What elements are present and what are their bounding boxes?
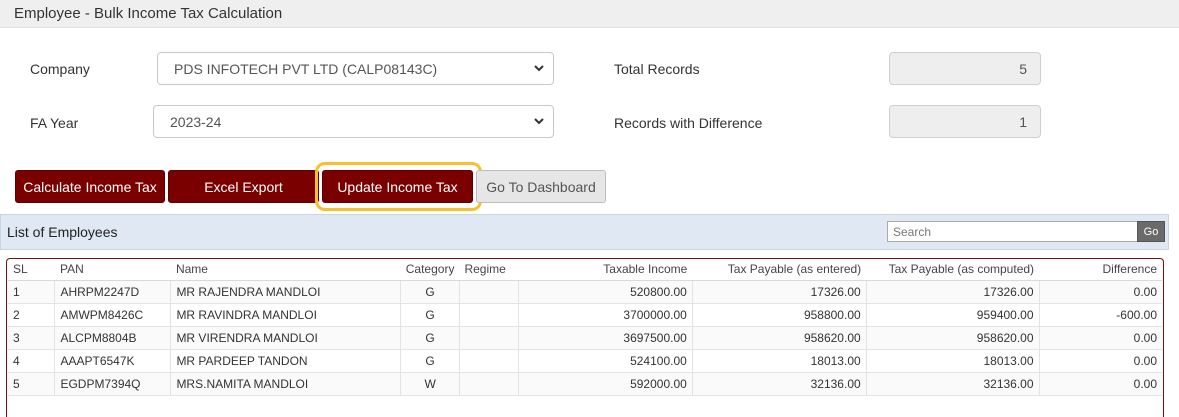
cell-name: MR PARDEEP TANDON (170, 349, 402, 373)
cell-taxable-income: 524100.00 (518, 349, 693, 373)
column-header-category[interactable]: Category (400, 259, 460, 281)
cell-regime (459, 280, 519, 304)
table-row[interactable]: 3 ALCPM8804B MR VIRENDRA MANDLOI G 36975… (8, 326, 1162, 350)
cell-difference: 0.00 (1039, 349, 1162, 373)
cell-tax-payable-computed: 32136.00 (866, 372, 1040, 396)
company-select[interactable]: PDS INFOTECH PVT LTD (CALP08143C) (157, 52, 554, 85)
cell-tax-payable-computed: 18013.00 (866, 349, 1040, 373)
total-records-value: 5 (889, 52, 1041, 85)
employee-table: SL PAN Name Category Regime Taxable Inco… (8, 259, 1162, 396)
total-records-label: Total Records (614, 61, 700, 77)
cell-category: G (400, 349, 460, 373)
cell-taxable-income: 3700000.00 (518, 303, 693, 327)
employee-table-container: SL PAN Name Category Regime Taxable Inco… (6, 258, 1164, 417)
table-header-row: SL PAN Name Category Regime Taxable Inco… (8, 259, 1162, 281)
cell-sl: 3 (8, 326, 56, 350)
employee-list-title: List of Employees (7, 224, 118, 240)
cell-difference: 0.00 (1039, 372, 1162, 396)
cell-tax-payable-entered: 18013.00 (692, 349, 867, 373)
cell-difference: -600.00 (1039, 303, 1162, 327)
company-label: Company (30, 61, 90, 77)
column-header-taxable-income[interactable]: Taxable Income (518, 259, 693, 281)
cell-name: MRS.NAMITA MANDLOI (170, 372, 402, 396)
chevron-down-icon (534, 65, 544, 72)
cell-pan: AMWPM8426C (54, 303, 172, 327)
cell-sl: 1 (8, 280, 56, 304)
cell-pan: AHRPM2247D (54, 280, 172, 304)
column-header-pan[interactable]: PAN (54, 259, 171, 281)
cell-name: MR RAVINDRA MANDLOI (170, 303, 402, 327)
cell-regime (459, 372, 519, 396)
cell-difference: 0.00 (1039, 326, 1162, 350)
cell-tax-payable-entered: 32136.00 (692, 372, 867, 396)
go-to-dashboard-button[interactable]: Go To Dashboard (476, 170, 606, 203)
cell-regime (459, 303, 519, 327)
cell-category: G (400, 303, 460, 327)
column-header-tax-payable-entered[interactable]: Tax Payable (as entered) (692, 259, 867, 281)
column-header-tax-payable-computed[interactable]: Tax Payable (as computed) (866, 259, 1040, 281)
cell-regime (459, 326, 519, 350)
cell-sl: 5 (8, 372, 56, 396)
cell-tax-payable-entered: 17326.00 (692, 280, 867, 304)
fa-year-select-value: 2023-24 (170, 114, 222, 130)
column-header-difference[interactable]: Difference (1039, 259, 1162, 281)
title-bar: Employee - Bulk Income Tax Calculation (0, 0, 1179, 28)
cell-tax-payable-computed: 17326.00 (866, 280, 1040, 304)
chevron-down-icon (534, 118, 544, 125)
cell-name: MR RAJENDRA MANDLOI (170, 280, 402, 304)
cell-taxable-income: 520800.00 (518, 280, 693, 304)
column-header-regime[interactable]: Regime (459, 259, 519, 281)
records-with-difference-label: Records with Difference (614, 115, 763, 131)
company-select-value: PDS INFOTECH PVT LTD (CALP08143C) (174, 61, 438, 77)
cell-tax-payable-entered: 958800.00 (692, 303, 867, 327)
cell-pan: EGDPM7394Q (54, 372, 172, 396)
table-row[interactable]: 5 EGDPM7394Q MRS.NAMITA MANDLOI W 592000… (8, 372, 1162, 396)
cell-tax-payable-computed: 959400.00 (866, 303, 1040, 327)
excel-export-button[interactable]: Excel Export (168, 170, 319, 203)
cell-tax-payable-entered: 958620.00 (692, 326, 867, 350)
cell-difference: 0.00 (1039, 280, 1162, 304)
cell-category: G (400, 280, 460, 304)
fa-year-label: FA Year (30, 115, 79, 131)
cell-regime (459, 349, 519, 373)
calculate-income-tax-button[interactable]: Calculate Income Tax (15, 170, 165, 203)
table-row[interactable]: 4 AAAPT6547K MR PARDEEP TANDON G 524100.… (8, 349, 1162, 373)
cell-category: W (400, 372, 460, 396)
column-header-name[interactable]: Name (170, 259, 401, 281)
search-input[interactable]: Search (887, 221, 1138, 242)
page-title: Employee - Bulk Income Tax Calculation (14, 5, 283, 22)
cell-category: G (400, 326, 460, 350)
table-row[interactable]: 2 AMWPM8426C MR RAVINDRA MANDLOI G 37000… (8, 303, 1162, 327)
column-header-sl[interactable]: SL (8, 259, 55, 281)
table-row[interactable]: 1 AHRPM2247D MR RAJENDRA MANDLOI G 52080… (8, 280, 1162, 304)
cell-taxable-income: 592000.00 (518, 372, 693, 396)
cell-tax-payable-computed: 958620.00 (866, 326, 1040, 350)
update-income-tax-button[interactable]: Update Income Tax (322, 170, 473, 203)
search-go-button[interactable]: Go (1137, 221, 1165, 242)
cell-taxable-income: 3697500.00 (518, 326, 693, 350)
cell-name: MR VIRENDRA MANDLOI (170, 326, 402, 350)
records-with-difference-value: 1 (889, 105, 1041, 138)
fa-year-select[interactable]: 2023-24 (153, 105, 554, 138)
cell-sl: 2 (8, 303, 56, 327)
cell-pan: AAAPT6547K (54, 349, 172, 373)
cell-pan: ALCPM8804B (54, 326, 172, 350)
cell-sl: 4 (8, 349, 56, 373)
